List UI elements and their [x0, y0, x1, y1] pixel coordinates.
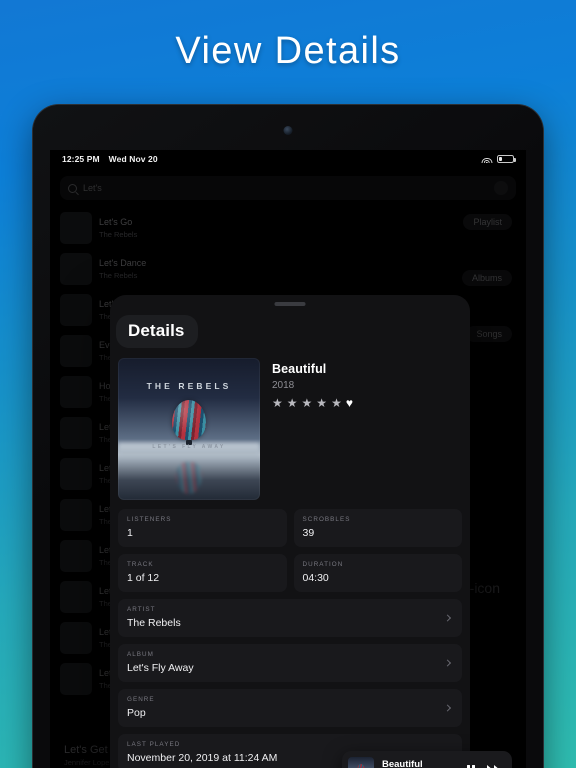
stat-card-track: TRACK 1 of 12	[118, 554, 287, 592]
search-icon	[68, 183, 77, 193]
artwork-artist-text: THE REBELS	[146, 381, 232, 391]
balloon-reflection-graphic	[176, 462, 202, 494]
star-icon-2[interactable]: ★	[287, 397, 298, 409]
star-icon-3[interactable]: ★	[302, 397, 313, 409]
detail-row-album[interactable]: ALBUM Let's Fly Away	[118, 644, 462, 682]
filter-chip-songs[interactable]: Songs	[466, 326, 512, 342]
detail-label: ALBUM	[127, 651, 154, 658]
front-camera-icon	[283, 126, 293, 135]
detail-row-artist[interactable]: ARTIST The Rebels	[118, 599, 462, 637]
star-icon-5[interactable]: ★	[331, 397, 342, 409]
detail-row-genre[interactable]: GENRE Pop	[118, 689, 462, 727]
search-value: Let's	[83, 183, 102, 193]
album-thumbnail	[60, 458, 92, 490]
stat-value: 1 of 12	[127, 572, 160, 584]
wifi-icon	[481, 155, 492, 163]
album-thumbnail	[60, 376, 92, 408]
list-item[interactable]: Let's Go The Rebels	[60, 210, 516, 246]
detail-value: Pop	[127, 707, 146, 719]
list-item-title: Let's Go	[99, 217, 133, 227]
stat-card-duration: DURATION 04:30	[293, 554, 462, 592]
song-title: Beautiful	[272, 362, 327, 376]
album-thumbnail	[60, 663, 92, 695]
list-item-title: Let's Dance	[99, 258, 147, 268]
song-year: 2018	[272, 380, 295, 391]
profile-avatar[interactable]	[494, 181, 508, 195]
mini-player[interactable]: Beautiful The Rebels	[342, 751, 512, 768]
status-time: 12:25 PM	[62, 154, 100, 164]
album-thumbnail	[60, 212, 92, 244]
heart-icon[interactable]: ♥	[346, 397, 353, 409]
list-item-subtitle: The Rebels	[99, 271, 138, 280]
detail-label: ARTIST	[127, 606, 156, 613]
artwork-album-text: LET'S FLY AWAY	[152, 444, 226, 450]
star-icon-4[interactable]: ★	[316, 397, 327, 409]
album-thumbnail	[60, 540, 92, 572]
album-thumbnail	[60, 253, 92, 285]
mini-player-artwork	[348, 757, 374, 768]
battery-icon	[497, 155, 516, 163]
album-thumbnail	[60, 499, 92, 531]
album-thumbnail	[60, 417, 92, 449]
stat-value: 39	[302, 527, 315, 539]
list-item-subtitle: The Rebels	[99, 230, 138, 239]
status-bar: 12:25 PM Wed Nov 20	[50, 150, 526, 168]
filter-chip-playlist[interactable]: Playlist	[463, 214, 512, 230]
album-thumbnail	[60, 294, 92, 326]
rating-stars[interactable]: ★ ★ ★ ★ ★ ♥	[272, 397, 353, 409]
page-title: View Details	[175, 30, 401, 72]
stat-label: DURATION	[302, 561, 344, 568]
stats-row-1: LISTENERS 1 SCROBBLES 39	[118, 509, 462, 547]
pause-icon[interactable]	[467, 764, 475, 768]
album-thumbnail	[60, 622, 92, 654]
device-screen: Let's Playlist Albums Songs Let's Go The …	[50, 150, 526, 768]
hot-air-balloon-graphic	[172, 400, 206, 440]
stat-card-listeners: LISTENERS 1	[118, 509, 287, 547]
detail-value: Let's Fly Away	[127, 662, 194, 674]
album-thumbnail	[60, 581, 92, 613]
stat-label: SCROBBLES	[302, 516, 351, 523]
drag-handle[interactable]	[274, 302, 306, 306]
star-icon-1[interactable]: ★	[272, 397, 283, 409]
detail-label: GENRE	[127, 696, 155, 703]
tablet-device-frame: Let's Playlist Albums Songs Let's Go The …	[33, 105, 543, 768]
album-thumbnail	[60, 335, 92, 367]
sheet-title: Details	[116, 315, 199, 348]
stat-value: 04:30	[302, 572, 329, 584]
detail-value: The Rebels	[127, 617, 181, 629]
status-date: Wed Nov 20	[108, 154, 158, 164]
details-sheet: Details THE REBELS LET'S FLY AWAY Beauti…	[110, 295, 470, 768]
stat-label: TRACK	[127, 561, 154, 568]
stats-row-2: TRACK 1 of 12 DURATION 04:30	[118, 554, 462, 592]
detail-label: LAST PLAYED	[127, 741, 181, 748]
filter-chip-albums[interactable]: Albums	[461, 270, 512, 286]
search-input[interactable]: Let's	[60, 176, 516, 200]
list-item[interactable]: Let's Dance The Rebels	[60, 251, 516, 287]
stat-label: LISTENERS	[127, 516, 172, 523]
stat-card-scrobbles: SCROBBLES 39	[293, 509, 462, 547]
song-header: THE REBELS LET'S FLY AWAY Beautiful 2018…	[118, 358, 462, 500]
album-artwork[interactable]: THE REBELS LET'S FLY AWAY	[118, 358, 260, 500]
stat-value: 1	[127, 527, 133, 539]
mini-player-title: Beautiful	[382, 759, 423, 768]
